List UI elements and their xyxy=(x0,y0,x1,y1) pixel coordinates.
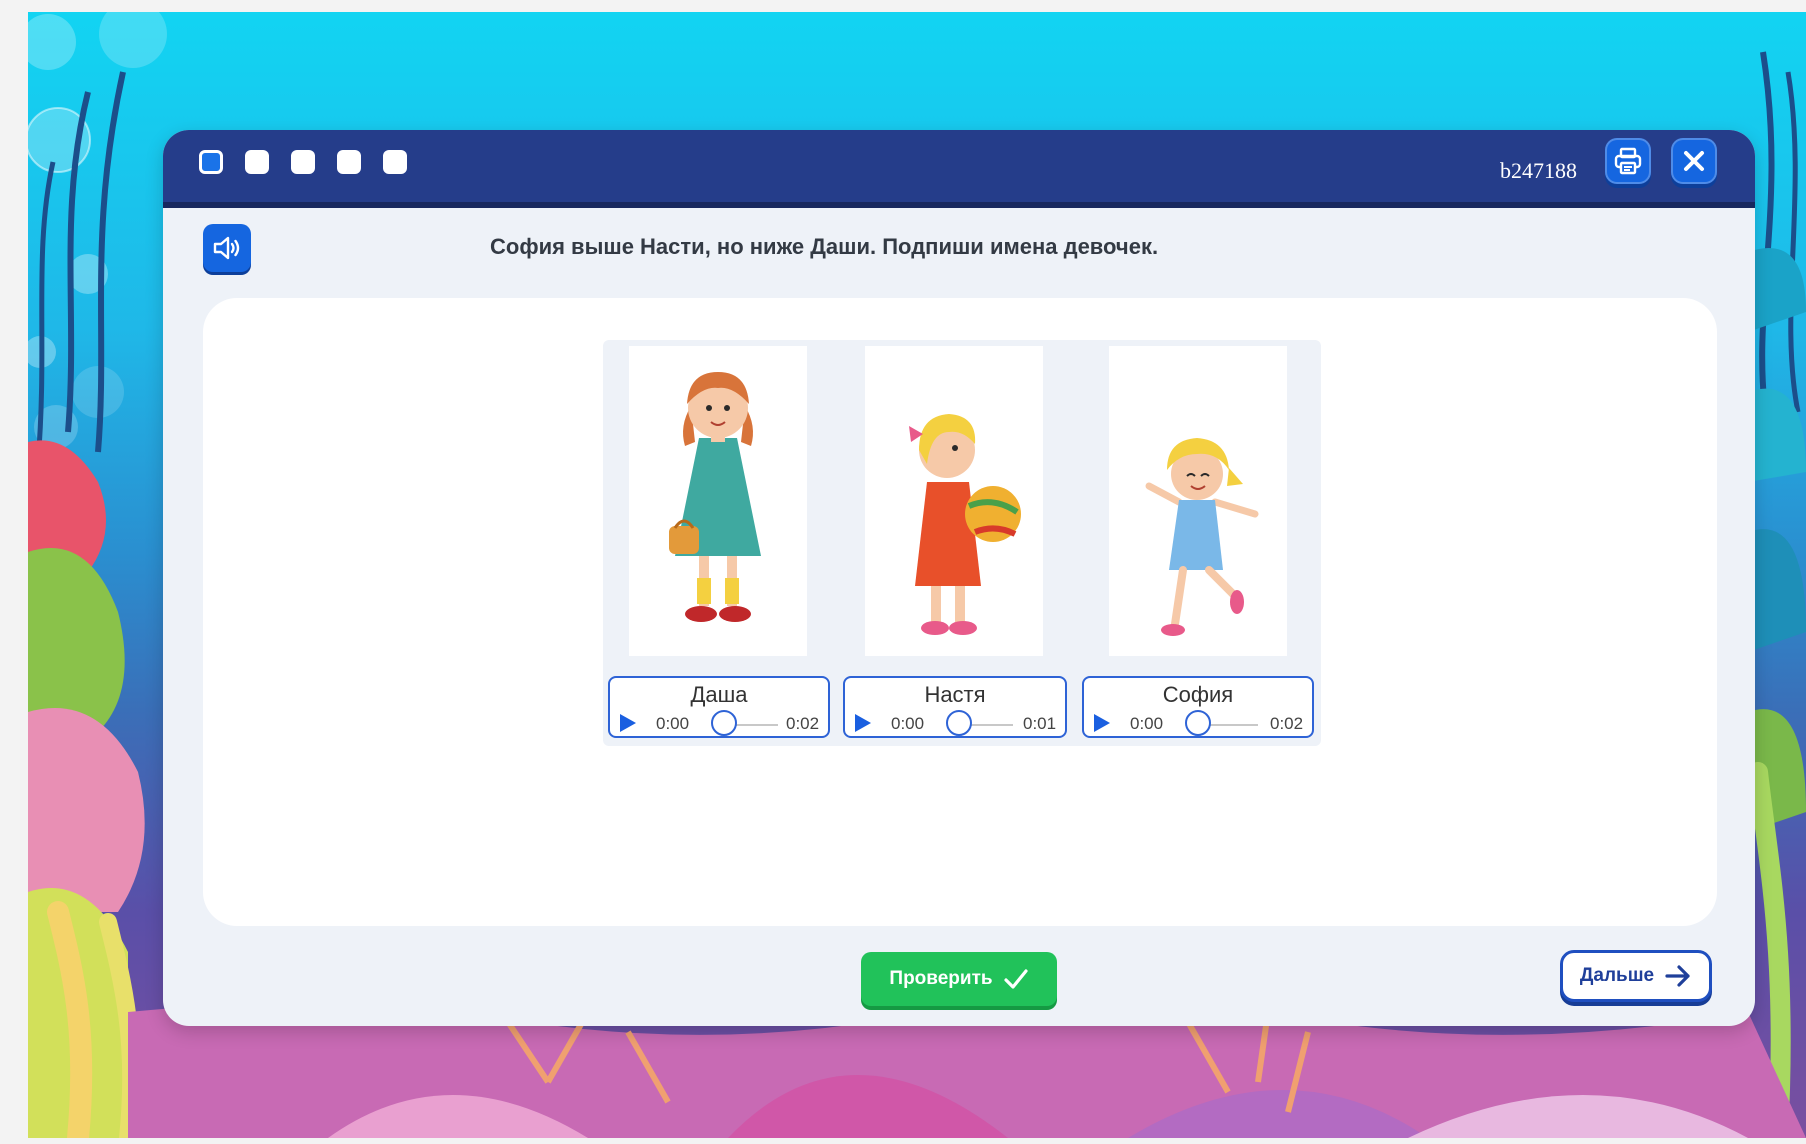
printer-icon xyxy=(1614,147,1642,175)
girl-picture-1 xyxy=(629,346,807,656)
card-name: София xyxy=(1162,682,1234,707)
time-total: 0:01 xyxy=(1023,714,1057,733)
check-button[interactable]: Проверить xyxy=(861,952,1057,1006)
play-icon[interactable] xyxy=(1094,714,1110,732)
speaker-icon xyxy=(213,236,240,260)
card-name: Настя xyxy=(924,682,986,707)
dancing-girl-illustration xyxy=(1145,438,1259,636)
close-icon xyxy=(1684,151,1704,171)
card-name: Даша xyxy=(690,682,748,707)
check-button-label: Проверить xyxy=(889,968,993,989)
girl-picture-3 xyxy=(1109,346,1287,656)
name-card-1[interactable]: Даша 0:00 0:02 xyxy=(608,676,830,738)
progress-dot-1[interactable] xyxy=(199,150,223,174)
task-id: b247188 xyxy=(1500,158,1577,183)
time-total: 0:02 xyxy=(1270,714,1304,733)
girl-picture-2 xyxy=(865,346,1043,656)
question-text: София выше Насти, но ниже Даши. Подпиши … xyxy=(490,234,1159,259)
time-current: 0:00 xyxy=(656,714,690,733)
top-bar: b247188 xyxy=(163,130,1755,208)
exercise-window: b247188 София выше Насти, но ниже Даши. … xyxy=(163,130,1755,1026)
close-button[interactable] xyxy=(1671,138,1717,184)
next-button[interactable]: Дальше xyxy=(1560,950,1712,1002)
girl-with-ball-illustration xyxy=(909,414,1021,635)
underwater-background: b247188 София выше Насти, но ниже Даши. … xyxy=(28,12,1806,1138)
name-card-2[interactable]: Настя 0:00 0:01 xyxy=(843,676,1067,738)
play-icon[interactable] xyxy=(855,714,871,732)
arrow-right-icon xyxy=(1665,965,1690,987)
play-icon[interactable] xyxy=(620,714,636,732)
progress-knob[interactable] xyxy=(946,710,972,736)
time-current: 0:00 xyxy=(891,714,925,733)
cards-panel: Даша 0:00 0:02 Настя 0:00 0:01 София 0:0… xyxy=(603,340,1321,746)
progress-knob[interactable] xyxy=(711,710,737,736)
progress-dot-4[interactable] xyxy=(337,150,361,174)
progress-dot-5[interactable] xyxy=(383,150,407,174)
time-total: 0:02 xyxy=(786,714,820,733)
progress-dot-3[interactable] xyxy=(291,150,315,174)
audio-instruction-button[interactable] xyxy=(203,224,251,272)
time-current: 0:00 xyxy=(1130,714,1164,733)
next-button-label: Дальше xyxy=(1579,965,1655,986)
tall-girl-illustration xyxy=(669,372,761,622)
progress-dot-2[interactable] xyxy=(245,150,269,174)
print-button[interactable] xyxy=(1605,138,1651,184)
progress-knob[interactable] xyxy=(1185,710,1211,736)
name-card-3[interactable]: София 0:00 0:02 xyxy=(1082,676,1314,738)
exercise-area: Даша 0:00 0:02 Настя 0:00 0:01 София 0:0… xyxy=(203,298,1717,926)
checkmark-icon xyxy=(1003,969,1028,989)
